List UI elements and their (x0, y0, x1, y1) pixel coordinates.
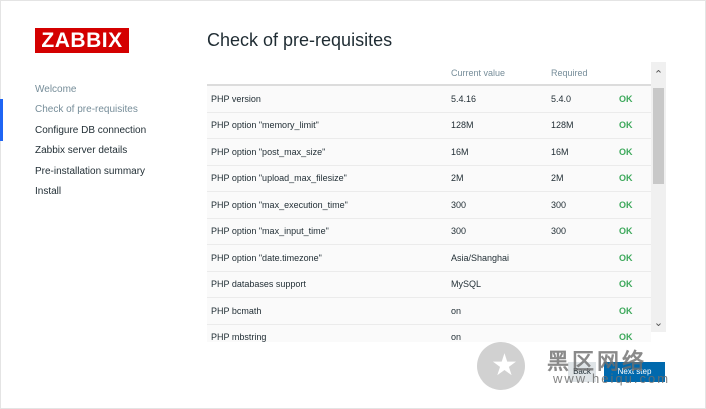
table-row: PHP databases support MySQL OK (207, 271, 651, 298)
table-scrollbar[interactable]: ⌃ ⌄ (651, 62, 666, 332)
watermark-symbol-icon: ★ (491, 349, 518, 382)
row-name: PHP bcmath (207, 297, 451, 325)
row-required: 300 (551, 191, 619, 219)
row-status: OK (619, 271, 651, 298)
row-name: PHP option "date.timezone" (207, 244, 451, 272)
row-required: 5.4.0 (551, 85, 619, 113)
row-required (551, 244, 619, 272)
row-required (551, 297, 619, 325)
table-row: PHP option "date.timezone" Asia/Shanghai… (207, 244, 651, 272)
row-required (551, 324, 619, 342)
row-name: PHP option "max_execution_time" (207, 191, 451, 219)
row-name: PHP option "post_max_size" (207, 138, 451, 166)
row-status: OK (619, 324, 651, 342)
row-current: 300 (451, 191, 551, 219)
table-row: PHP option "post_max_size" 16M 16M OK (207, 138, 651, 166)
step-install: Install (35, 185, 62, 197)
row-status: OK (619, 244, 651, 272)
row-required: 16M (551, 138, 619, 166)
row-current: on (451, 297, 551, 325)
row-current: 5.4.16 (451, 85, 551, 113)
row-current: 2M (451, 165, 551, 192)
row-current: 16M (451, 138, 551, 166)
row-status: OK (619, 297, 651, 325)
row-current: Asia/Shanghai (451, 244, 551, 272)
row-status: OK (619, 138, 651, 166)
row-status: OK (619, 112, 651, 139)
table-row: PHP mbstring on OK (207, 324, 651, 342)
scrollbar-thumb[interactable] (653, 88, 664, 184)
step-configure-db: Configure DB connection (35, 124, 147, 136)
table-header-row: Current value Required (207, 62, 651, 86)
row-name: PHP option "memory_limit" (207, 112, 451, 139)
row-current: 300 (451, 218, 551, 245)
prerequisites-table-container[interactable]: Current value Required PHP version 5.4.1… (207, 62, 651, 342)
table-row: PHP bcmath on OK (207, 297, 651, 325)
row-name: PHP option "upload_max_filesize" (207, 165, 451, 192)
table-row: PHP option "max_execution_time" 300 300 … (207, 191, 651, 219)
row-name: PHP version (207, 85, 451, 113)
row-required: 2M (551, 165, 619, 192)
table-row: PHP option "max_input_time" 300 300 OK (207, 218, 651, 245)
row-current: 128M (451, 112, 551, 139)
watermark-url-text: www.heiqu.com (553, 371, 671, 386)
watermark: ★ 黑区网络 www.heiqu.com (477, 342, 697, 390)
step-welcome: Welcome (35, 84, 77, 95)
row-required (551, 271, 619, 298)
step-check-prerequisites: Check of pre-requisites (0, 99, 200, 143)
row-status: OK (619, 191, 651, 219)
row-current: on (451, 324, 551, 342)
row-status: OK (619, 218, 651, 245)
step-pre-install-summary: Pre-installation summary (35, 165, 146, 177)
table-row: PHP option "memory_limit" 128M 128M OK (207, 112, 651, 139)
page-title: Check of pre-requisites (207, 30, 393, 50)
row-current: MySQL (451, 271, 551, 298)
table-row: PHP version 5.4.16 5.4.0 OK (207, 85, 651, 113)
header-required: Required (551, 62, 619, 86)
scroll-up-icon[interactable]: ⌃ (651, 68, 666, 82)
row-name: PHP mbstring (207, 324, 451, 342)
row-status: OK (619, 165, 651, 192)
header-status (619, 62, 651, 86)
step-server-details: Zabbix server details (35, 145, 128, 157)
row-name: PHP option "max_input_time" (207, 218, 451, 245)
setup-steps-nav: Welcome Check of pre-requisites Configur… (0, 82, 200, 204)
row-required: 128M (551, 112, 619, 139)
zabbix-logo: ZABBIX (35, 28, 129, 53)
prerequisites-table: Current value Required PHP version 5.4.1… (207, 62, 651, 342)
scroll-down-icon[interactable]: ⌄ (651, 316, 666, 330)
row-required: 300 (551, 218, 619, 245)
row-name: PHP databases support (207, 271, 451, 298)
row-status: OK (619, 85, 651, 113)
table-row: PHP option "upload_max_filesize" 2M 2M O… (207, 165, 651, 192)
header-name (207, 62, 451, 86)
header-current-value: Current value (451, 62, 551, 86)
